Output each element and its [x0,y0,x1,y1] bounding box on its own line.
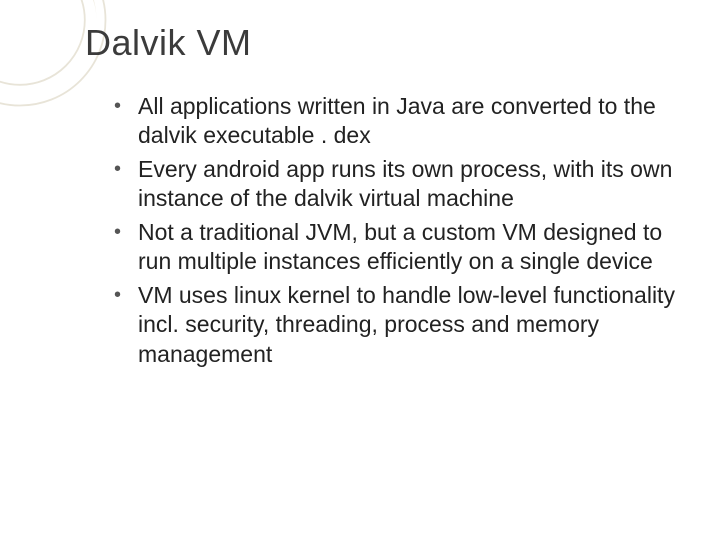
list-item: Not a traditional JVM, but a custom VM d… [110,218,692,277]
list-item: All applications written in Java are con… [110,92,692,151]
list-item: VM uses linux kernel to handle low-level… [110,281,692,369]
slide-title: Dalvik VM [85,22,252,64]
list-item: Every android app runs its own process, … [110,155,692,214]
slide-content: All applications written in Java are con… [110,92,692,373]
bullet-list: All applications written in Java are con… [110,92,692,369]
